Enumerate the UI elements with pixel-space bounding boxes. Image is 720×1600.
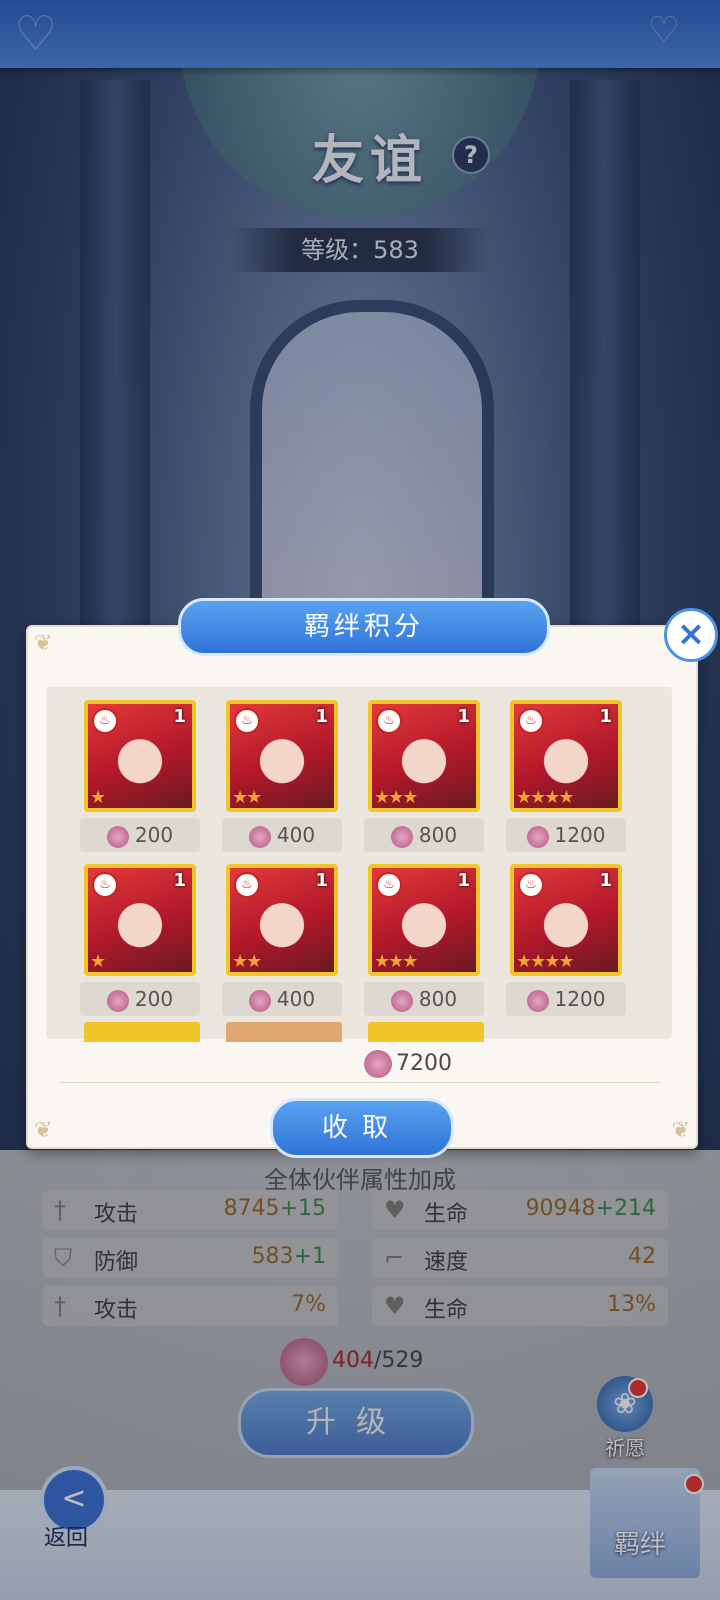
card-cost: 1200 [506,982,626,1016]
star-rating: ★★★ [374,787,418,808]
card-level: 1 [599,706,612,727]
fire-element-icon: ♨ [92,708,118,734]
partner-card[interactable]: ♨ 1 ★★★★ 1200 [506,700,626,852]
star-rating: ★★★★ [516,951,575,972]
partner-card[interactable]: ♨ 1 ★ 200 [80,864,200,1016]
divider [60,1082,660,1083]
bond-coin-icon [390,825,413,848]
card-level: 1 [599,870,612,891]
fire-element-icon: ♨ [376,708,402,734]
card-cost: 200 [80,818,200,852]
card-cost: 1200 [506,818,626,852]
star-rating: ★★★★ [516,787,575,808]
total-bond-points: 7200 [364,1050,452,1078]
partial-card [226,1022,342,1042]
card-cost: 200 [80,982,200,1016]
character-portrait: ♨ 1 ★★ [226,700,338,812]
card-level: 1 [315,870,328,891]
card-level: 1 [457,706,470,727]
bond-coin-icon [526,825,549,848]
character-portrait: ♨ 1 ★★ [226,864,338,976]
partner-card[interactable]: ♨ 1 ★★★ 800 [364,864,484,1016]
partner-card[interactable]: ♨ 1 ★★★★ 1200 [506,864,626,1016]
close-button[interactable]: × [664,608,718,662]
partner-card[interactable]: ♨ 1 ★★ 400 [222,700,342,852]
fire-element-icon: ♨ [518,872,544,898]
card-level: 1 [457,870,470,891]
bond-coin-icon [526,989,549,1012]
bond-coin-icon [106,989,129,1012]
dialog-title: 羁绊积分 [178,598,550,656]
star-rating: ★ [90,951,106,972]
star-rating: ★★★ [374,951,418,972]
character-portrait: ♨ 1 ★ [84,864,196,976]
partner-card[interactable]: ♨ 1 ★★ 400 [222,864,342,1016]
bond-coin-icon [248,825,271,848]
fire-element-icon: ♨ [376,872,402,898]
bond-coin-icon [364,1050,392,1078]
fire-element-icon: ♨ [234,708,260,734]
star-rating: ★ [90,787,106,808]
card-level: 1 [173,870,186,891]
star-rating: ★★ [232,951,262,972]
fire-element-icon: ♨ [234,872,260,898]
character-portrait: ♨ 1 ★★★★ [510,864,622,976]
fire-element-icon: ♨ [92,872,118,898]
card-level: 1 [173,706,186,727]
card-cost: 400 [222,818,342,852]
character-portrait: ♨ 1 ★★★ [368,700,480,812]
bond-coin-icon [248,989,271,1012]
corner-ornament: ❦ [34,631,53,656]
card-cost: 800 [364,818,484,852]
card-cost: 400 [222,982,342,1016]
close-icon: × [676,614,706,654]
character-portrait: ♨ 1 ★★★ [368,864,480,976]
partial-card [368,1022,484,1042]
bond-coin-icon [390,989,413,1012]
fire-element-icon: ♨ [518,708,544,734]
partner-card[interactable]: ♨ 1 ★ 200 [80,700,200,852]
character-portrait: ♨ 1 ★ [84,700,196,812]
partial-card [84,1022,200,1042]
star-rating: ★★ [232,787,262,808]
card-cost: 800 [364,982,484,1016]
collect-button[interactable]: 收取 [270,1098,454,1158]
corner-ornament: ❦ [671,1118,690,1143]
bond-coin-icon [106,825,129,848]
card-level: 1 [315,706,328,727]
partner-card[interactable]: ♨ 1 ★★★ 800 [364,700,484,852]
character-portrait: ♨ 1 ★★★★ [510,700,622,812]
corner-ornament: ❦ [34,1118,53,1143]
